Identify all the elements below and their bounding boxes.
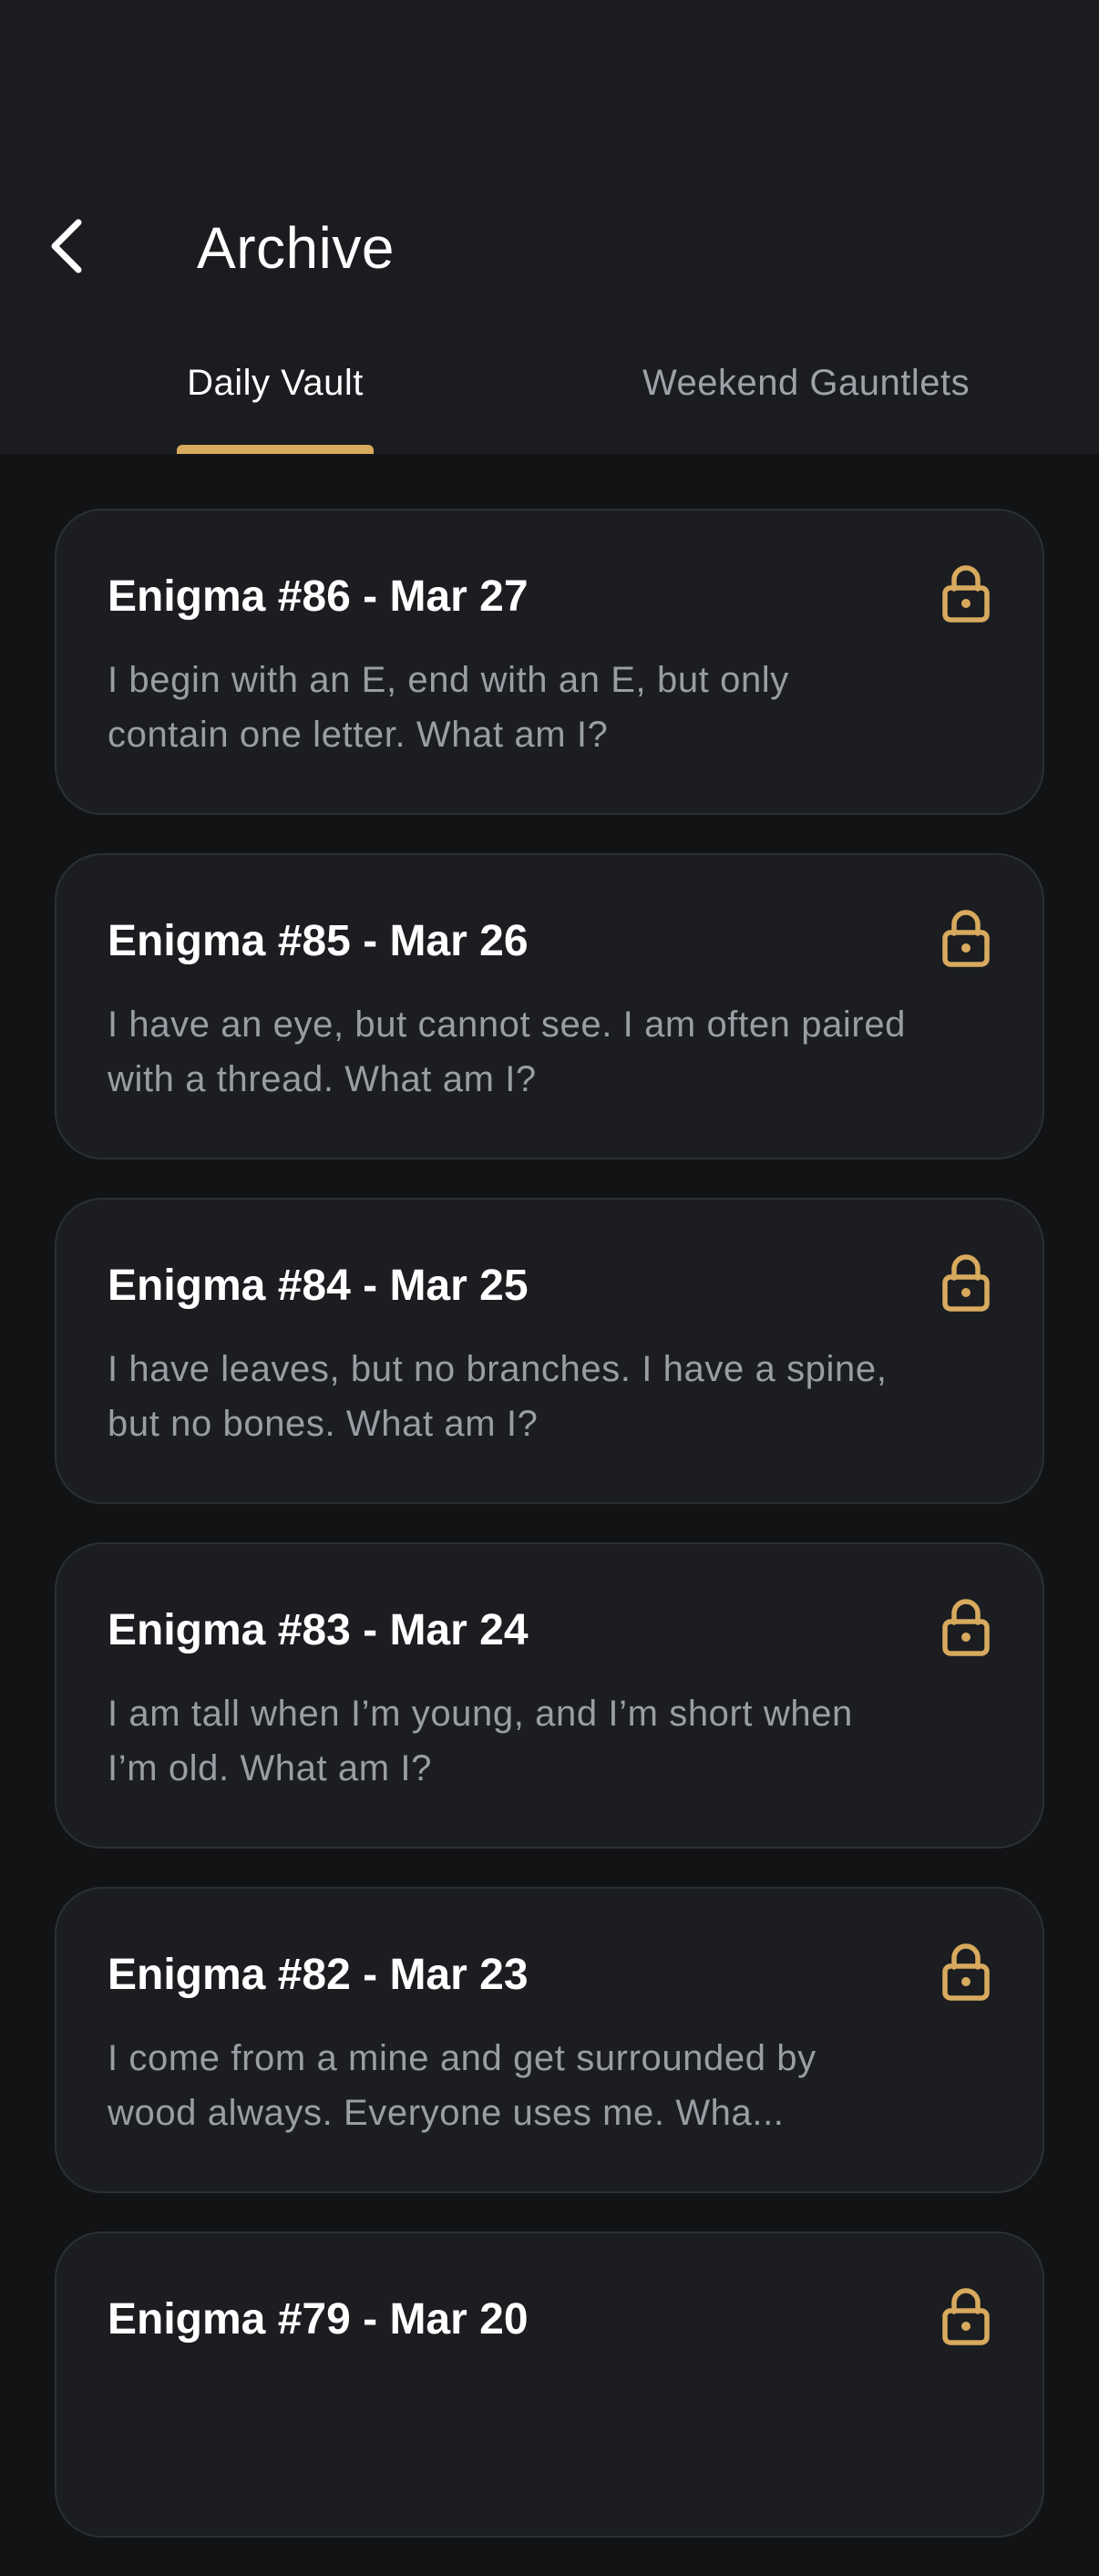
enigma-card[interactable]: Enigma #82 - Mar 23 I come from a mine a… <box>55 1887 1044 2193</box>
card-riddle-text: I have an eye, but cannot see. I am ofte… <box>108 1005 907 1099</box>
enigma-card[interactable]: Enigma #84 - Mar 25 I have leaves, but n… <box>55 1198 1044 1504</box>
tab-label: Weekend Gauntlets <box>642 363 971 403</box>
enigma-card[interactable]: Enigma #86 - Mar 27 I begin with an E, e… <box>55 509 1044 815</box>
card-title: Enigma #84 - Mar 25 <box>108 1262 529 1310</box>
app-header: Archive Daily Vault Weekend Gauntlets <box>0 0 1099 454</box>
active-tab-indicator <box>177 445 374 454</box>
enigma-card[interactable]: Enigma #83 - Mar 24 I am tall when I’m y… <box>55 1542 1044 1849</box>
card-riddle-text: I come from a mine and get surrounded by… <box>108 2038 817 2133</box>
tab-label: Daily Vault <box>187 363 364 403</box>
card-title: Enigma #83 - Mar 24 <box>108 1606 529 1654</box>
lock-icon <box>942 910 990 967</box>
lock-icon <box>942 1599 990 1656</box>
tab-daily-vault[interactable]: Daily Vault <box>177 355 374 454</box>
card-title: Enigma #85 - Mar 26 <box>108 917 529 965</box>
lock-icon <box>942 2288 990 2345</box>
lock-icon <box>942 1254 990 1312</box>
back-button[interactable] <box>47 208 106 284</box>
card-title: Enigma #86 - Mar 27 <box>108 572 529 621</box>
enigma-list: Enigma #86 - Mar 27 I begin with an E, e… <box>55 509 1044 2576</box>
lock-icon <box>942 565 990 623</box>
lock-icon <box>942 1943 990 2001</box>
card-riddle-text: I am tall when I’m young, and I’m short … <box>108 1694 853 1788</box>
card-title: Enigma #82 - Mar 23 <box>108 1951 529 1999</box>
tab-weekend-gauntlets[interactable]: Weekend Gauntlets <box>642 355 1007 454</box>
enigma-card[interactable]: Enigma #79 - Mar 20 <box>55 2231 1044 2538</box>
card-riddle-text: I begin with an E, end with an E, but on… <box>108 660 789 755</box>
card-riddle-text: I have leaves, but no branches. I have a… <box>108 1349 888 1444</box>
card-title: Enigma #79 - Mar 20 <box>108 2295 529 2344</box>
page-title: Archive <box>197 215 395 281</box>
enigma-card[interactable]: Enigma #85 - Mar 26 I have an eye, but c… <box>55 853 1044 1159</box>
chevron-left-icon <box>51 219 82 273</box>
